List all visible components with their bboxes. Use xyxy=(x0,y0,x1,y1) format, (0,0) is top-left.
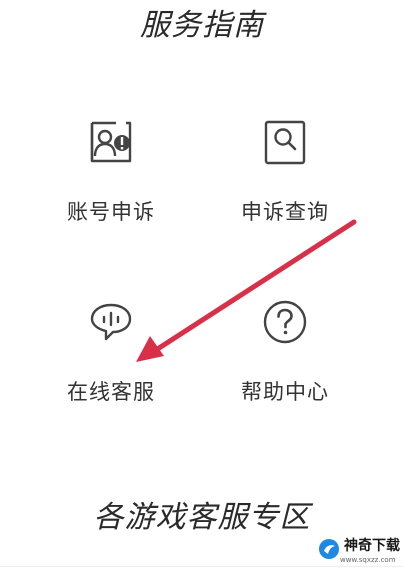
appeal-search-icon xyxy=(257,114,313,170)
account-appeal-button[interactable]: 账号申诉 xyxy=(36,114,186,234)
question-circle-icon xyxy=(257,294,313,350)
chat-bubble-icon xyxy=(83,294,139,350)
bottom-divider xyxy=(0,566,404,567)
brand-logo-icon xyxy=(319,539,339,559)
online-service-label: 在线客服 xyxy=(67,380,155,404)
help-center-label: 帮助中心 xyxy=(241,380,329,404)
appeal-query-label: 申诉查询 xyxy=(241,200,329,224)
account-appeal-label: 账号申诉 xyxy=(67,200,155,224)
help-center-button[interactable]: 帮助中心 xyxy=(210,294,360,414)
online-service-button[interactable]: 在线客服 xyxy=(36,294,186,414)
service-guide-title: 服务指南 xyxy=(140,8,264,43)
watermark: 神奇下载 www.sqxzz.com xyxy=(318,534,400,564)
appeal-query-button[interactable]: 申诉查询 xyxy=(210,114,360,234)
watermark-url: www.sqxzz.com xyxy=(340,555,396,564)
watermark-brand: 神奇下载 xyxy=(344,537,400,554)
annotation-arrow xyxy=(136,219,357,362)
account-appeal-icon xyxy=(83,114,139,170)
game-zone-title: 各游戏客服专区 xyxy=(93,500,311,535)
